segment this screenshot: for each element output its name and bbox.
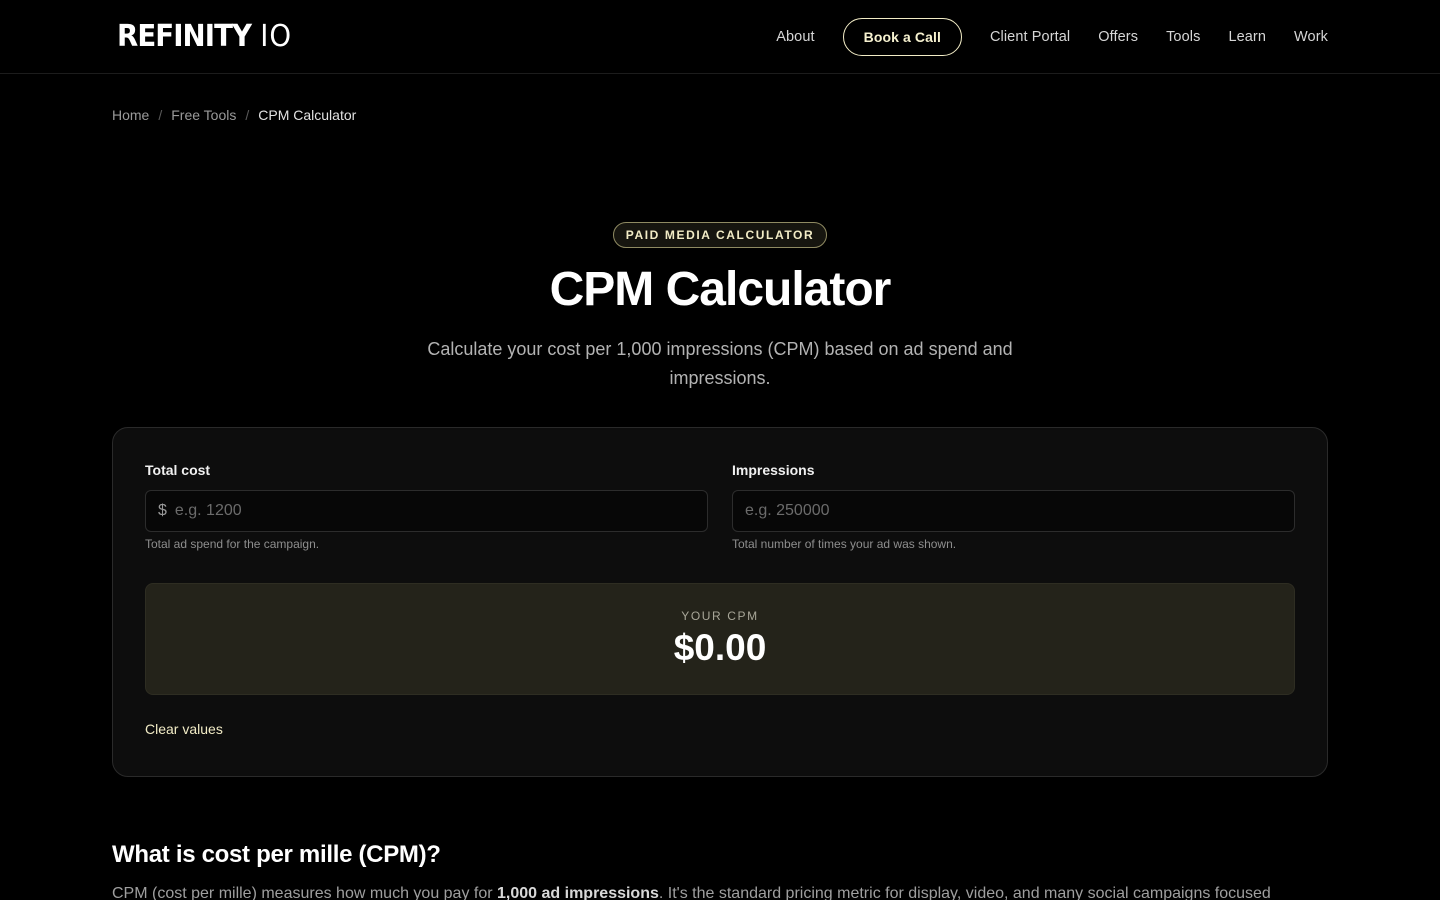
breadcrumb-separator: / [158,107,163,123]
info-text-strong: 1,000 ad impressions [497,885,659,900]
breadcrumb-free-tools[interactable]: Free Tools [171,107,236,123]
hero: PAID MEDIA CALCULATOR CPM Calculator Cal… [0,222,1440,393]
category-badge: PAID MEDIA CALCULATOR [612,222,828,248]
impressions-help: Total number of times your ad was shown. [732,537,957,551]
info-text-end: . It's the standard pricing metric for d… [658,885,1271,900]
logo[interactable]: REFINITY IO [117,19,292,54]
nav-learn[interactable]: Learn [1228,29,1266,45]
cpm-result-value: $0.00 [673,627,767,668]
impressions-input[interactable] [745,502,1282,520]
site-header: REFINITY IO About Book a Call Client Por… [0,0,1440,74]
cpm-result-panel: YOUR CPM $0.00 [145,583,1295,695]
calculator-fields: Total cost $ Total ad spend for the camp… [145,462,1295,551]
logo-suffix: IO [260,19,292,54]
total-cost-input[interactable] [174,502,695,520]
page: REFINITY IO About Book a Call Client Por… [0,0,1440,900]
book-call-button[interactable]: Book a Call [842,17,962,56]
total-cost-field: Total cost $ Total ad spend for the camp… [145,462,708,551]
nav-offers[interactable]: Offers [1098,29,1138,45]
dollar-prefix: $ [158,502,167,519]
breadcrumb-home[interactable]: Home [112,107,149,123]
logo-text: REFINITY [117,19,252,54]
nav-work[interactable]: Work [1294,29,1328,45]
info-text-start: CPM (cost per mille) measures how much y… [112,885,498,900]
impressions-field: Impressions Total number of times your a… [732,462,1295,551]
main-nav: About Book a Call Client Portal Offers T… [776,17,1328,56]
cpm-result-label: YOUR CPM [681,609,759,623]
breadcrumb-separator: / [245,107,250,123]
total-cost-input-wrap: $ [145,490,708,532]
page-title: CPM Calculator [549,263,892,316]
total-cost-help: Total ad spend for the campaign. [145,537,320,551]
info-heading: What is cost per mille (CPM)? [112,841,441,868]
nav-client-portal[interactable]: Client Portal [990,29,1070,45]
calculator-card: Total cost $ Total ad spend for the camp… [112,427,1328,777]
breadcrumb-current: CPM Calculator [258,107,357,123]
total-cost-label: Total cost [145,462,211,478]
info-paragraph: CPM (cost per mille) measures how much y… [112,885,1328,900]
impressions-input-wrap [732,490,1295,532]
cpm-info-section: What is cost per mille (CPM)? CPM (cost … [112,841,1328,900]
nav-about[interactable]: About [776,29,814,45]
impressions-label: Impressions [732,462,815,478]
page-subtitle: Calculate your cost per 1,000 impression… [427,339,1013,388]
clear-values-button[interactable]: Clear values [145,721,223,737]
nav-tools[interactable]: Tools [1166,29,1200,45]
breadcrumb: Home / Free Tools / CPM Calculator [112,107,356,123]
